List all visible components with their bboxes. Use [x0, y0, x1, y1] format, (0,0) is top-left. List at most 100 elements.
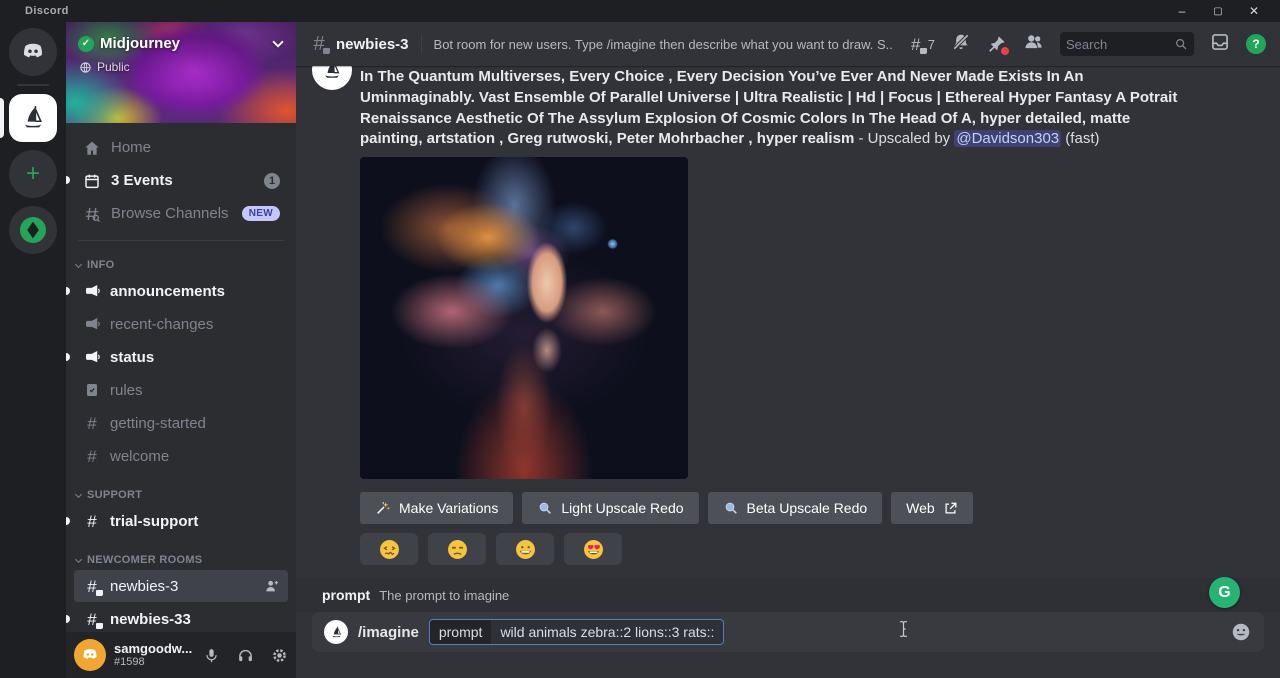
- add-server-button[interactable]: +: [9, 150, 57, 198]
- reaction-button-confounded[interactable]: [360, 533, 418, 565]
- external-link-icon: [943, 501, 958, 516]
- sidebar-item-events[interactable]: 3 Events 1: [74, 164, 288, 197]
- channel-title: newbies-3: [336, 36, 409, 53]
- search-icon: [1174, 37, 1188, 51]
- app-main: + ✓ Midjourney Public: [0, 22, 1280, 678]
- generated-image[interactable]: [360, 157, 688, 479]
- command-option-pill[interactable]: prompt wild animals zebra::2 lions::3 ra…: [429, 619, 725, 645]
- window-controls: – ▢ ✕: [1164, 0, 1272, 22]
- member-list-icon[interactable]: [1023, 31, 1044, 57]
- text-cursor: [898, 620, 909, 645]
- window-titlebar: Discord – ▢ ✕: [0, 0, 1280, 22]
- server-icon-midjourney[interactable]: [9, 94, 57, 142]
- microphone-icon[interactable]: [200, 644, 222, 666]
- category-info[interactable]: INFO: [74, 243, 288, 275]
- username: samgoodw...: [114, 641, 192, 657]
- message-input-bar[interactable]: /imagine prompt wild animals zebra::2 li…: [312, 612, 1264, 652]
- channel-newbies-33[interactable]: # newbies-33: [74, 603, 288, 632]
- server-rail: +: [0, 22, 66, 678]
- unread-pill: [66, 353, 70, 361]
- chevron-down-icon: [75, 260, 82, 267]
- beta-upscale-redo-button[interactable]: Beta Upscale Redo: [708, 492, 883, 524]
- hash-icon: #: [82, 415, 102, 432]
- hash-chat-icon: #: [82, 577, 102, 595]
- channel-welcome[interactable]: # welcome: [74, 440, 288, 472]
- close-icon[interactable]: ✕: [1236, 0, 1272, 22]
- category-support[interactable]: SUPPORT: [74, 473, 288, 505]
- header-divider: [421, 34, 422, 54]
- user-info[interactable]: samgoodw... #1598: [114, 641, 192, 670]
- search-input[interactable]: [1066, 37, 1174, 52]
- composer: prompt The prompt to imagine G /imagine …: [296, 578, 1280, 678]
- notifications-muted-icon[interactable]: [951, 32, 971, 57]
- megaphone-icon: [82, 348, 102, 366]
- compass-icon: [20, 217, 46, 243]
- verified-badge-icon: ✓: [78, 36, 94, 52]
- channel-getting-started[interactable]: # getting-started: [74, 407, 288, 439]
- emoji-picker-icon[interactable]: [1230, 621, 1252, 643]
- server-banner[interactable]: ✓ Midjourney Public: [66, 22, 296, 123]
- channel-sidebar: ✓ Midjourney Public Home: [66, 22, 296, 678]
- threads-button[interactable]: # 7: [907, 35, 935, 53]
- home-icon: [82, 139, 102, 157]
- server-header[interactable]: ✓ Midjourney: [66, 22, 296, 52]
- channel-header: # newbies-3 Bot room for new users. Type…: [296, 22, 1280, 66]
- channel-status[interactable]: status: [74, 341, 288, 373]
- gear-icon[interactable]: [268, 644, 290, 666]
- explore-servers-button[interactable]: [9, 206, 57, 254]
- wand-sparkles-icon: [375, 500, 391, 516]
- hash-icon: #: [82, 513, 102, 530]
- sailboat-icon: [318, 66, 346, 84]
- option-value-input[interactable]: wild animals zebra::2 lions::3 rats::: [491, 620, 723, 644]
- grammarly-icon[interactable]: G: [1209, 577, 1240, 608]
- user-panel: samgoodw... #1598: [66, 632, 296, 678]
- help-icon[interactable]: ?: [1246, 34, 1266, 54]
- reaction-button-grinning[interactable]: [496, 533, 554, 565]
- avatar[interactable]: [74, 639, 106, 671]
- pinned-messages-icon[interactable]: [987, 34, 1007, 54]
- web-button[interactable]: Web: [891, 492, 973, 524]
- reaction-button-heart-eyes[interactable]: [564, 533, 622, 565]
- channel-rules[interactable]: trial-support rules: [74, 374, 288, 406]
- channel-topic[interactable]: Bot room for new users. Type /imagine th…: [434, 37, 893, 52]
- notification-dot: [1001, 47, 1009, 55]
- events-count-badge: 1: [264, 173, 280, 189]
- sidebar-item-home[interactable]: Home: [74, 131, 288, 164]
- channel-trial-support[interactable]: # trial-support: [74, 505, 288, 537]
- confounded-face-icon: [379, 539, 400, 560]
- discord-logo-icon: [19, 38, 47, 66]
- unread-pill: [66, 176, 70, 184]
- unamused-face-icon: [447, 539, 468, 560]
- category-newcomer-rooms[interactable]: NEWCOMER ROOMS: [74, 538, 288, 570]
- create-invite-icon[interactable]: [264, 578, 280, 594]
- globe-icon: [79, 61, 92, 74]
- search-box[interactable]: [1060, 32, 1194, 56]
- megaphone-icon: [82, 315, 102, 333]
- maximize-icon[interactable]: ▢: [1200, 0, 1236, 22]
- make-variations-button[interactable]: Make Variations: [360, 492, 513, 524]
- channel-recent-changes[interactable]: recent-changes: [74, 308, 288, 340]
- light-upscale-redo-button[interactable]: Light Upscale Redo: [522, 492, 698, 524]
- minimize-icon[interactable]: –: [1164, 0, 1200, 22]
- option-name: prompt: [430, 620, 492, 644]
- rules-checklist-icon: [82, 382, 102, 398]
- chat-area: # newbies-3 Bot room for new users. Type…: [296, 22, 1280, 678]
- hash-icon: #: [82, 448, 102, 465]
- sidebar-item-browse-channels[interactable]: Browse Channels NEW: [74, 197, 288, 230]
- discord-home-button[interactable]: [9, 28, 57, 76]
- user-tag: #1598: [114, 656, 192, 669]
- reaction-button-unamused[interactable]: [428, 533, 486, 565]
- bot-avatar[interactable]: [312, 66, 352, 90]
- channel-announcements[interactable]: announcements: [74, 275, 288, 307]
- sailboat-icon: [16, 101, 50, 135]
- browse-channels-icon: [82, 205, 102, 223]
- user-mention[interactable]: @Davidson303: [954, 130, 1061, 147]
- calendar-icon: [82, 172, 102, 190]
- inbox-icon[interactable]: [1210, 32, 1230, 57]
- channel-newbies-3[interactable]: # newbies-3: [74, 570, 288, 602]
- magnifier-icon: [723, 500, 739, 516]
- new-badge: NEW: [242, 206, 280, 221]
- headphones-icon[interactable]: [234, 644, 256, 666]
- plus-icon: +: [26, 162, 40, 186]
- message-text: In The Quantum Multiverses, Every Choice…: [360, 66, 1182, 150]
